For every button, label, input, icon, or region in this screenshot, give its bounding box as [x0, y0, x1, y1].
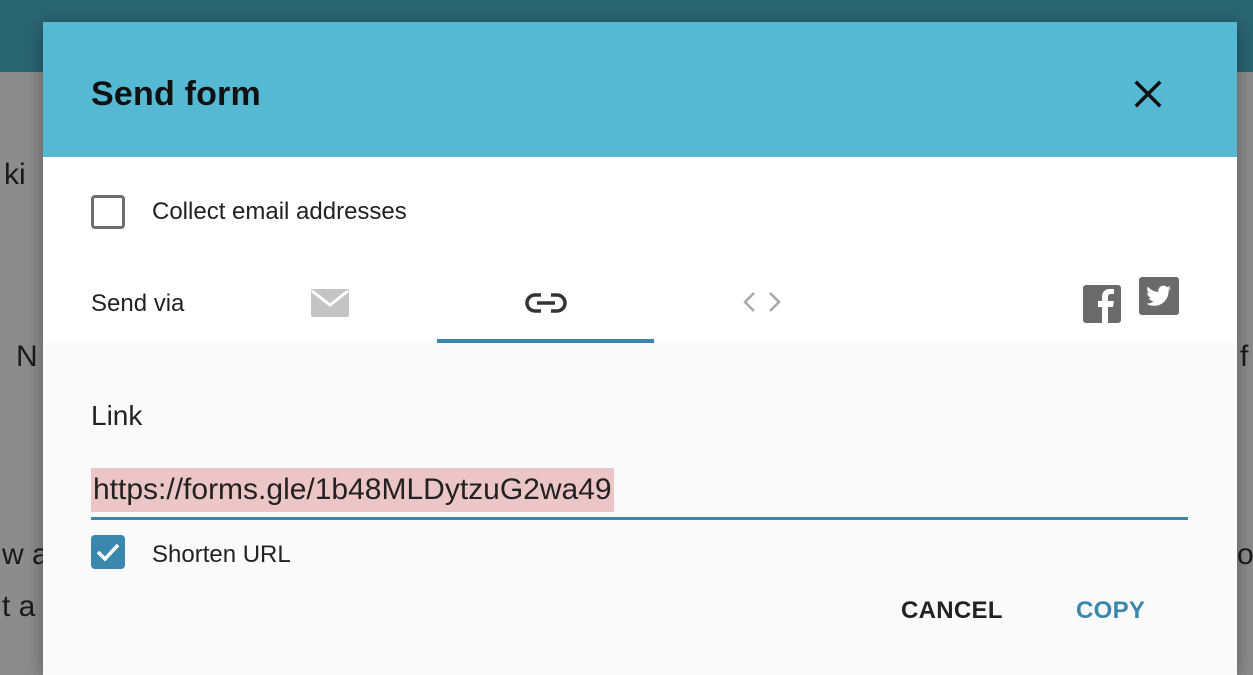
share-twitter-button[interactable]	[1139, 277, 1179, 320]
copy-button[interactable]: COPY	[1076, 597, 1145, 625]
close-icon	[1134, 80, 1162, 108]
send-via-label: Send via	[91, 290, 185, 317]
shorten-url-label[interactable]: Shorten URL	[152, 541, 291, 569]
background-text-fragment: os	[1237, 538, 1253, 571]
collect-email-label[interactable]: Collect email addresses	[152, 198, 407, 226]
send-via-embed-tab[interactable]	[742, 289, 782, 320]
background-text-fragment: w a	[2, 538, 49, 571]
close-button[interactable]	[1131, 77, 1165, 111]
link-icon	[525, 293, 567, 313]
link-section-title: Link	[91, 400, 143, 431]
send-via-email-tab[interactable]	[311, 287, 351, 324]
send-form-dialog: Send form Collect email addresses Send v…	[43, 22, 1237, 675]
dialog-title: Send form	[91, 75, 261, 113]
twitter-icon	[1139, 277, 1179, 315]
embed-code-icon	[743, 292, 781, 312]
cancel-button[interactable]: CANCEL	[901, 597, 1003, 625]
collect-email-checkbox[interactable]	[91, 195, 125, 229]
background-text-fragment: N	[16, 340, 38, 373]
share-facebook-button[interactable]	[1083, 283, 1121, 328]
background-text-fragment: ki	[4, 158, 26, 191]
facebook-icon	[1083, 285, 1121, 323]
send-via-link-tab[interactable]	[525, 292, 567, 319]
background-text-fragment: f	[1240, 340, 1249, 373]
link-url-text[interactable]: https://forms.gle/1b48MLDytzuG2wa49	[91, 468, 614, 512]
shorten-url-checkbox[interactable]	[91, 535, 125, 569]
checkmark-icon	[96, 543, 120, 562]
dialog-header: Send form	[43, 22, 1237, 157]
active-tab-indicator	[437, 339, 654, 343]
email-icon	[311, 289, 349, 317]
link-url-field[interactable]: https://forms.gle/1b48MLDytzuG2wa49	[91, 468, 1188, 520]
background-text-fragment: t a	[2, 590, 36, 623]
dialog-options-section	[43, 157, 1237, 343]
